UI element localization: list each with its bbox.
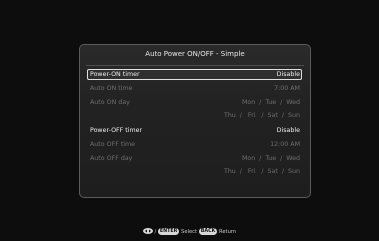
return-label: Return — [218, 229, 237, 235]
auto-off-time-value: 12:00 AM — [270, 141, 300, 148]
enter-key-icon: ENTER — [157, 228, 180, 235]
guide-separator: / — [154, 229, 157, 235]
auto-on-time-value: 7:00 AM — [274, 85, 300, 92]
back-key-icon: BACK — [198, 228, 218, 235]
power-on-timer-row[interactable]: Power-ON timer Disable — [87, 69, 302, 80]
auto-on-day-label: Auto ON day — [90, 99, 130, 106]
title-divider — [86, 65, 304, 66]
power-off-timer-row[interactable]: Power-OFF timer Disable — [87, 125, 302, 136]
auto-on-days-row1: Mon / Tue / Wed — [241, 99, 300, 106]
power-off-timer-label: Power-OFF timer — [90, 127, 143, 134]
auto-off-days-row1: Mon / Tue / Wed — [241, 155, 300, 162]
up-down-arrows-icon — [142, 227, 153, 234]
power-on-timer-value: Disable — [276, 71, 300, 78]
auto-on-time-label: Auto ON time — [90, 85, 133, 92]
auto-off-day-label: Auto OFF day — [90, 155, 133, 162]
power-on-timer-label: Power-ON timer — [90, 71, 140, 78]
dialog-title: Auto Power ON/OFF - Simple — [145, 50, 245, 58]
power-off-timer-value: Disable — [276, 127, 300, 134]
auto-off-time-label: Auto OFF time — [90, 141, 136, 148]
button-guide: / ENTER Select BACK Return — [0, 227, 379, 236]
auto-on-days-row2: Thu / Fri / Sat / Sun — [223, 112, 300, 119]
select-label: Select — [181, 229, 198, 235]
auto-on-time-row: Auto ON time 7:00 AM — [87, 83, 302, 94]
auto-off-time-row: Auto OFF time 12:00 AM — [87, 139, 302, 150]
auto-off-days-row2: Thu / Fri / Sat / Sun — [223, 168, 300, 175]
auto-power-dialog: Auto Power ON/OFF - Simple Power-ON time… — [79, 44, 311, 198]
